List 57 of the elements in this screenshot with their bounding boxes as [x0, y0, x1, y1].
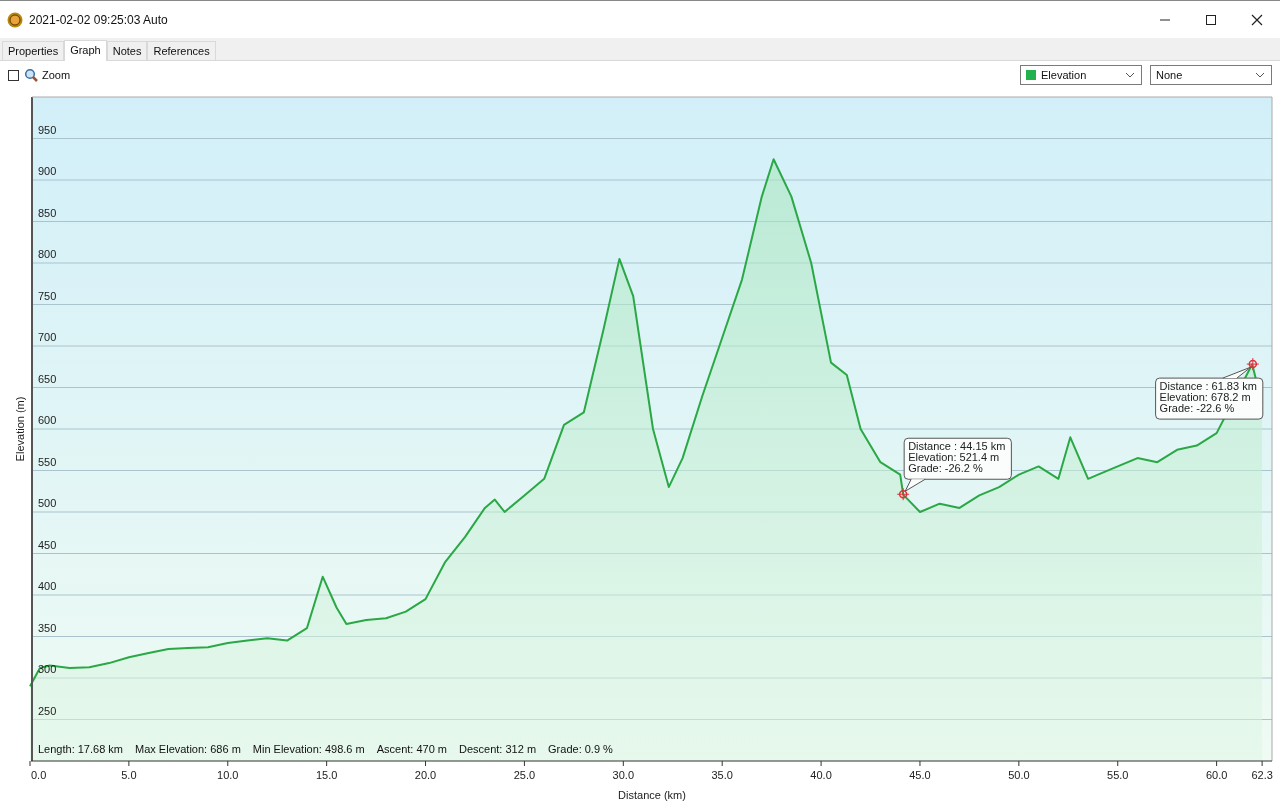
y-axis-title: Elevation (m)	[14, 396, 26, 462]
zoom-checkbox[interactable]	[8, 69, 19, 81]
maximize-icon[interactable]	[1205, 13, 1217, 26]
tab[interactable]: Properties	[2, 41, 65, 60]
annotation: Distance : 61.83 km Elevation: 678.2 m Grade: -22.6 %	[1159, 380, 1257, 415]
x-axis-title: Distance (km)	[618, 789, 686, 801]
dropdown[interactable]: None	[1150, 65, 1272, 85]
y-tick-label: 500	[38, 497, 57, 509]
x-tick-label: 30.0	[612, 769, 634, 781]
x-tick-label: 45.0	[909, 769, 931, 781]
y-tick-label: 950	[38, 123, 57, 136]
stat-text: Descent: 312 m	[459, 743, 537, 755]
y-tick-label: 900	[38, 165, 57, 177]
tooltip: Distance : 61.83 km Elevation: 678.2 m Grade: -22.6 %	[1155, 366, 1264, 420]
tab[interactable]: Notes	[106, 41, 148, 60]
y-tick-label: 850	[38, 206, 57, 219]
y-tick-label: 400	[38, 580, 57, 592]
x-tick-label: 0.0	[31, 769, 47, 781]
y-tick-label: 600	[38, 414, 57, 426]
caret-icon	[1125, 72, 1135, 78]
x-tick-label: 50.0	[1008, 769, 1030, 781]
y-tick-label: 800	[38, 248, 57, 260]
x-tick-label: 25.0	[513, 769, 536, 781]
tooltip: Distance : 44.15 km Elevation: 521.4 m Grade: -26.2 %	[903, 437, 1012, 492]
x-tick-label: 62.3	[1251, 769, 1273, 781]
marker-icon	[1246, 357, 1260, 371]
y-tick-label: 750	[38, 289, 57, 302]
x-tick-label: 15.0	[315, 769, 338, 781]
y-tick-label: 350	[38, 621, 57, 634]
x-tick-label: 5.0	[121, 769, 137, 781]
y-tick-label: 450	[38, 538, 57, 551]
stat-text: Grade: 0.9 %	[548, 743, 613, 755]
x-tick-label: 20.0	[414, 769, 437, 781]
tab[interactable]: Graph	[64, 40, 107, 61]
marker-icon	[896, 487, 910, 501]
zoom-label: Zoom	[42, 69, 71, 81]
stat-text: Ascent: 470 m	[376, 743, 447, 755]
close-icon[interactable]	[1251, 13, 1263, 26]
x-tick-label: 60.0	[1205, 769, 1228, 781]
y-tick-label: 650	[38, 372, 57, 385]
stat-text: Min Elevation: 498.6 m	[252, 743, 365, 755]
x-tick-label: 35.0	[711, 769, 733, 781]
dropdown[interactable]: Elevation	[1020, 65, 1142, 85]
annotation: Distance : 44.15 km Elevation: 521.4 m Grade: -26.2 %	[908, 440, 1006, 475]
x-tick-label: 40.0	[810, 769, 832, 781]
y-tick-label: 550	[38, 455, 57, 468]
magnifier-icon[interactable]	[24, 68, 38, 82]
app-icon	[7, 11, 23, 28]
x-tick-label: 55.0	[1107, 769, 1129, 781]
stat-text: Length: 17.68 km	[38, 743, 123, 755]
window-title: 2021-02-02 09:25:03 Auto	[29, 12, 168, 27]
x-tick-label: 10.0	[217, 769, 239, 781]
caret-icon	[1255, 72, 1265, 78]
y-tick-label: 700	[38, 331, 57, 343]
tab[interactable]: References	[147, 41, 216, 60]
stat-text: Max Elevation: 686 m	[135, 743, 241, 755]
y-tick-label: 250	[38, 704, 57, 717]
